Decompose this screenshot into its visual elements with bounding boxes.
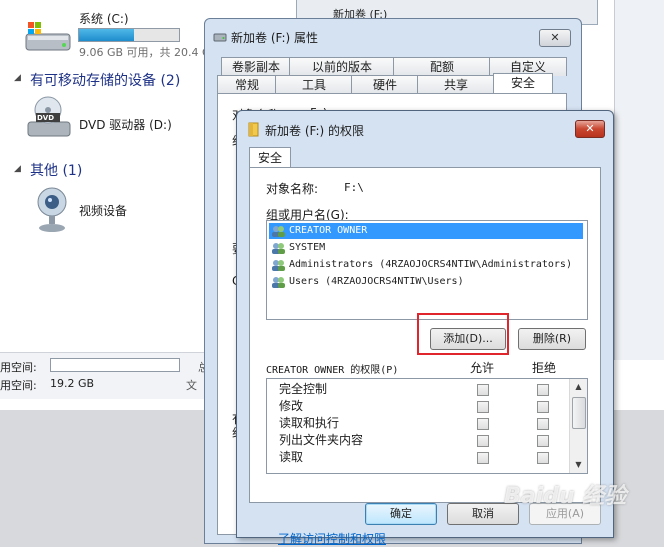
drive-icon xyxy=(213,29,227,43)
permission-row: 列出文件夹内容 xyxy=(279,432,569,449)
tab-tools[interactable]: 工具 xyxy=(275,75,353,94)
drive-c-usage-bar xyxy=(78,28,180,42)
user-name: CREATOR OWNER xyxy=(289,225,368,236)
deny-checkbox xyxy=(537,384,549,396)
permission-row: 完全控制 xyxy=(279,381,569,398)
tab-quota[interactable]: 配额 xyxy=(393,57,491,76)
collapse-triangle-icon[interactable]: ◢ xyxy=(14,73,21,83)
highlight-box xyxy=(417,313,509,355)
allow-checkbox xyxy=(477,452,489,464)
status-used-label: 用空间: xyxy=(0,361,37,374)
object-name-value: F:\ xyxy=(344,181,364,194)
deny-column-header: 拒绝 xyxy=(532,361,557,375)
status-usage-bar xyxy=(50,358,180,372)
user-list-item[interactable]: Users (4RZAOJOCRS4NTIW\Users) xyxy=(269,274,583,290)
dvd-drive-name[interactable]: DVD 驱动器 (D:) xyxy=(79,116,172,133)
scroll-down-icon[interactable]: ▼ xyxy=(570,457,587,473)
dvd-icon-label: DVD xyxy=(37,114,55,122)
permission-row: 读取和执行 xyxy=(279,415,569,432)
status-col2-b: 文 xyxy=(186,379,197,392)
close-icon[interactable]: ✕ xyxy=(539,29,571,47)
tab-previous-versions[interactable]: 以前的版本 xyxy=(289,57,395,76)
allow-checkbox xyxy=(477,384,489,396)
tab-hardware[interactable]: 硬件 xyxy=(351,75,419,94)
watermark: Baidu 经验 xyxy=(504,484,627,509)
allow-checkbox xyxy=(477,435,489,447)
user-list[interactable]: CREATOR OWNER SYSTEM Administrators (4RZ… xyxy=(266,220,588,320)
deny-checkbox xyxy=(537,401,549,413)
remove-button[interactable]: 删除(R) xyxy=(518,328,586,350)
collapse-triangle-icon[interactable]: ◢ xyxy=(14,164,21,174)
tab-shadow-copies[interactable]: 卷影副本 xyxy=(221,57,291,76)
permission-row: 读取 xyxy=(279,449,569,466)
tab-general[interactable]: 常规 xyxy=(217,75,277,94)
webcam-icon xyxy=(32,184,72,234)
permissions-for-label: CREATOR OWNER 的权限(P) xyxy=(266,365,399,376)
drive-c-size: 9.06 GB 可用，共 20.4 GB xyxy=(79,46,219,59)
user-name: Administrators (4RZAOJOCRS4NTIW\Administ… xyxy=(289,259,572,270)
user-list-item[interactable]: Administrators (4RZAOJOCRS4NTIW\Administ… xyxy=(269,257,583,273)
permission-name: 修改 xyxy=(279,399,304,413)
removable-devices-header[interactable]: 有可移动存储的设备 (2) xyxy=(30,70,180,90)
tab-security[interactable]: 安全 xyxy=(249,147,291,168)
user-list-item[interactable]: CREATOR OWNER xyxy=(269,223,583,239)
permission-scrollbar[interactable]: ▲ ▼ xyxy=(569,379,587,473)
user-group-icon xyxy=(271,242,285,254)
status-free-label: 用空间: xyxy=(0,379,37,392)
explorer-right-pane xyxy=(614,0,664,360)
tab-sharing[interactable]: 共享 xyxy=(417,75,495,94)
learn-access-control-link[interactable]: 了解访问控制和权限 xyxy=(278,530,386,547)
drive-c-usage-fill xyxy=(79,29,134,41)
ok-button[interactable]: 确定 xyxy=(365,503,437,525)
allow-checkbox xyxy=(477,418,489,430)
properties-dialog-title: 新加卷 (F:) 属性 xyxy=(231,31,319,45)
drive-c-name[interactable]: 系统 (C:) xyxy=(79,10,129,27)
video-device-name[interactable]: 视频设备 xyxy=(79,202,127,219)
deny-checkbox xyxy=(537,452,549,464)
deny-checkbox xyxy=(537,418,549,430)
user-name: SYSTEM xyxy=(289,242,326,253)
user-group-icon xyxy=(271,276,285,288)
other-devices-header[interactable]: 其他 (1) xyxy=(30,160,82,180)
status-free-value: 19.2 GB xyxy=(50,377,95,390)
scroll-up-icon[interactable]: ▲ xyxy=(570,379,587,395)
explorer-status-bar: 用空间: 用空间: 19.2 GB 总 文 xyxy=(0,352,210,399)
permission-name: 列出文件夹内容 xyxy=(279,433,364,447)
permission-row: 修改 xyxy=(279,398,569,415)
permissions-dialog-title: 新加卷 (F:) 的权限 xyxy=(265,124,365,138)
permission-list: 完全控制 修改 读取和执行 列出文件夹内容 读取 ▲ ▼ xyxy=(266,378,588,474)
permission-name: 读取和执行 xyxy=(279,416,340,430)
allow-column-header: 允许 xyxy=(470,361,495,375)
deny-checkbox xyxy=(537,435,549,447)
object-name-label: 对象名称: xyxy=(266,182,319,196)
scroll-thumb[interactable] xyxy=(572,397,586,429)
user-list-item[interactable]: SYSTEM xyxy=(269,240,583,256)
user-name: Users (4RZAOJOCRS4NTIW\Users) xyxy=(289,276,464,287)
user-group-icon xyxy=(271,259,285,271)
permission-name: 完全控制 xyxy=(279,382,328,396)
permission-name: 读取 xyxy=(279,450,304,464)
close-icon[interactable]: ✕ xyxy=(575,120,605,138)
allow-checkbox xyxy=(477,401,489,413)
hard-drive-icon xyxy=(24,16,74,56)
user-group-icon xyxy=(271,225,285,237)
tab-security[interactable]: 安全 xyxy=(493,73,553,94)
folder-icon xyxy=(247,121,261,137)
